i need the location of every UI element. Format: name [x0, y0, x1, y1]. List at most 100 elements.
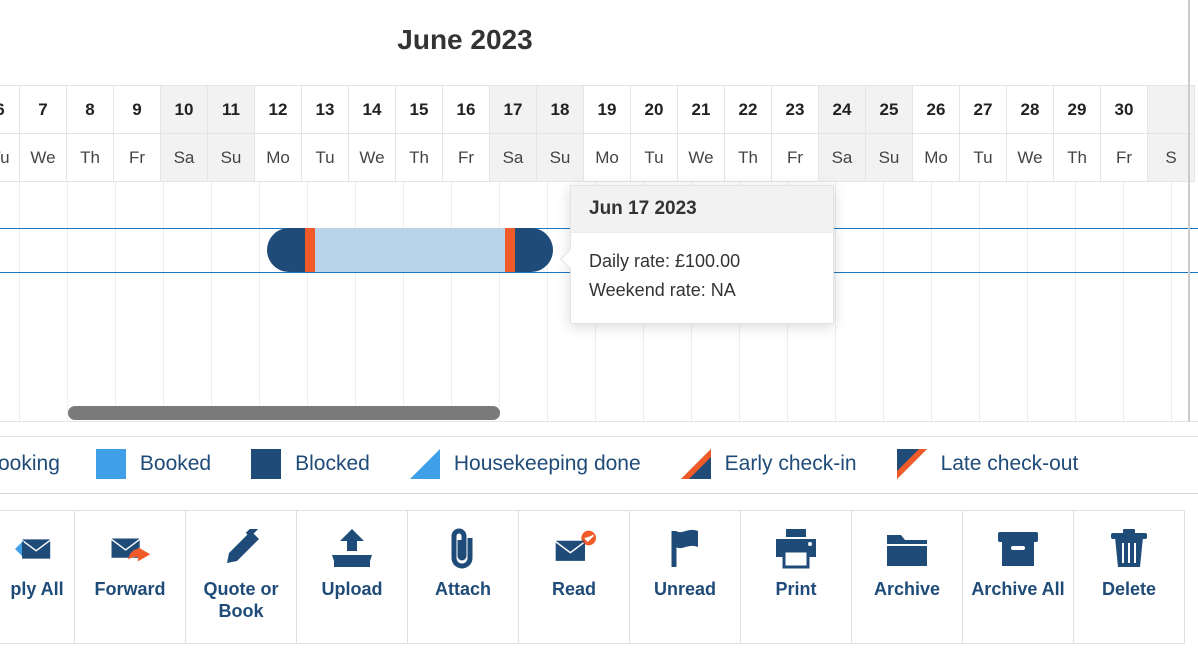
day-number-cell[interactable]: 6 — [0, 85, 20, 134]
trash-icon — [1107, 529, 1151, 569]
calendar-column[interactable] — [1076, 182, 1124, 421]
print-button[interactable]: Print — [740, 510, 852, 644]
day-number-cell[interactable]: 15 — [395, 85, 443, 134]
quote-button[interactable]: Quote or Book — [185, 510, 297, 644]
calendar-column[interactable] — [260, 182, 308, 421]
archive-button[interactable]: Archive — [851, 510, 963, 644]
calendar-column[interactable] — [212, 182, 260, 421]
forward-button[interactable]: Forward — [74, 510, 186, 644]
reply-all-icon — [15, 529, 59, 569]
day-of-week-cell: Sa — [818, 133, 866, 182]
day-of-week-cell: Fr — [1100, 133, 1148, 182]
day-number-cell[interactable]: 11 — [207, 85, 255, 134]
day-number-cell[interactable]: 12 — [254, 85, 302, 134]
calendar-column[interactable] — [1028, 182, 1076, 421]
calendar-column[interactable] — [164, 182, 212, 421]
day-of-week-cell: Th — [395, 133, 443, 182]
action-toolbar: ply All Forward Quote or Book Upload Att… — [0, 510, 1198, 644]
day-number-cell[interactable]: 10 — [160, 85, 208, 134]
archive-all-button[interactable]: Archive All — [962, 510, 1074, 644]
calendar-column[interactable] — [404, 182, 452, 421]
calendar-column[interactable] — [932, 182, 980, 421]
calendar-column[interactable] — [1124, 182, 1172, 421]
calendar-column[interactable] — [980, 182, 1028, 421]
calendar-column[interactable] — [20, 182, 68, 421]
calendar-column[interactable] — [836, 182, 884, 421]
day-number-cell[interactable]: 24 — [818, 85, 866, 134]
button-label: Forward — [94, 579, 165, 601]
day-of-week-cell: Su — [536, 133, 584, 182]
day-number-cell[interactable]: 19 — [583, 85, 631, 134]
calendar-column[interactable] — [452, 182, 500, 421]
day-of-week-cell: We — [677, 133, 725, 182]
day-number-cell[interactable]: 28 — [1006, 85, 1054, 134]
calendar-column[interactable] — [0, 182, 20, 421]
day-of-week-cell: Fr — [442, 133, 490, 182]
day-number-cell[interactable]: 14 — [348, 85, 396, 134]
day-number-cell[interactable]: 21 — [677, 85, 725, 134]
calendar-column[interactable] — [884, 182, 932, 421]
day-of-week-cell: We — [348, 133, 396, 182]
button-label: Archive All — [971, 579, 1064, 601]
calendar-scrollbar[interactable] — [16, 406, 1182, 420]
calendar-column[interactable] — [356, 182, 404, 421]
day-of-week-cell: Th — [66, 133, 114, 182]
calendar-column[interactable] — [68, 182, 116, 421]
day-number-cell[interactable]: 13 — [301, 85, 349, 134]
button-label: Unread — [654, 579, 716, 601]
calendar-column[interactable] — [500, 182, 548, 421]
folder-icon — [885, 529, 929, 569]
day-number-cell[interactable]: 7 — [19, 85, 67, 134]
day-number-cell[interactable]: 18 — [536, 85, 584, 134]
month-title: June 2023 — [365, 24, 565, 56]
day-number-cell[interactable]: 29 — [1053, 85, 1101, 134]
legend-blocked: Blocked — [295, 452, 370, 476]
attach-button[interactable]: Attach — [407, 510, 519, 644]
day-number-cell[interactable]: 17 — [489, 85, 537, 134]
day-of-week-cell: Sa — [489, 133, 537, 182]
day-number-cell[interactable]: 16 — [442, 85, 490, 134]
button-label: Quote or Book — [192, 579, 290, 622]
day-of-week-cell: Tu — [630, 133, 678, 182]
swatch-blocked — [251, 449, 281, 479]
booking-bar[interactable] — [267, 228, 553, 272]
day-number-cell[interactable]: 9 — [113, 85, 161, 134]
button-label: ply All — [10, 579, 63, 601]
printer-icon — [774, 529, 818, 569]
day-of-week-cell: Mo — [583, 133, 631, 182]
calendar-column[interactable] — [308, 182, 356, 421]
upload-icon — [330, 529, 374, 569]
day-of-week-cell: Su — [865, 133, 913, 182]
scrollbar-thumb[interactable] — [68, 406, 500, 420]
legend-housekeeping: Housekeeping done — [454, 452, 641, 476]
day-of-week-cell: Tu — [301, 133, 349, 182]
day-number-cell[interactable]: 26 — [912, 85, 960, 134]
tooltip-weekend-rate: Weekend rate: NA — [589, 276, 815, 305]
swatch-booked — [96, 449, 126, 479]
legend-booked: Booked — [140, 452, 211, 476]
reply-all-button[interactable]: ply All — [0, 510, 75, 644]
button-label: Archive — [874, 579, 940, 601]
day-of-week-cell: Th — [1053, 133, 1101, 182]
day-number-cell[interactable]: 20 — [630, 85, 678, 134]
read-button[interactable]: Read — [518, 510, 630, 644]
day-of-week-cell: Sa — [160, 133, 208, 182]
day-of-week-cell: Th — [724, 133, 772, 182]
day-number-cell[interactable]: 23 — [771, 85, 819, 134]
day-of-week-cell: Tu — [0, 133, 20, 182]
calendar-column[interactable] — [116, 182, 164, 421]
delete-button[interactable]: Delete — [1073, 510, 1185, 644]
button-label: Print — [775, 579, 816, 601]
unread-button[interactable]: Unread — [629, 510, 741, 644]
day-number-cell[interactable]: 30 — [1100, 85, 1148, 134]
day-number-cell[interactable]: 27 — [959, 85, 1007, 134]
calendar-column[interactable] — [1172, 182, 1198, 421]
day-number-cell[interactable]: 25 — [865, 85, 913, 134]
upload-button[interactable]: Upload — [296, 510, 408, 644]
day-of-week-cell: Mo — [254, 133, 302, 182]
tooltip-title: Jun 17 2023 — [571, 186, 833, 233]
day-number-cell[interactable]: 22 — [724, 85, 772, 134]
day-of-week-cell: Fr — [113, 133, 161, 182]
calendar-header: 6789101112131415161718192021222324252627… — [0, 86, 1198, 182]
day-number-cell[interactable]: 8 — [66, 85, 114, 134]
